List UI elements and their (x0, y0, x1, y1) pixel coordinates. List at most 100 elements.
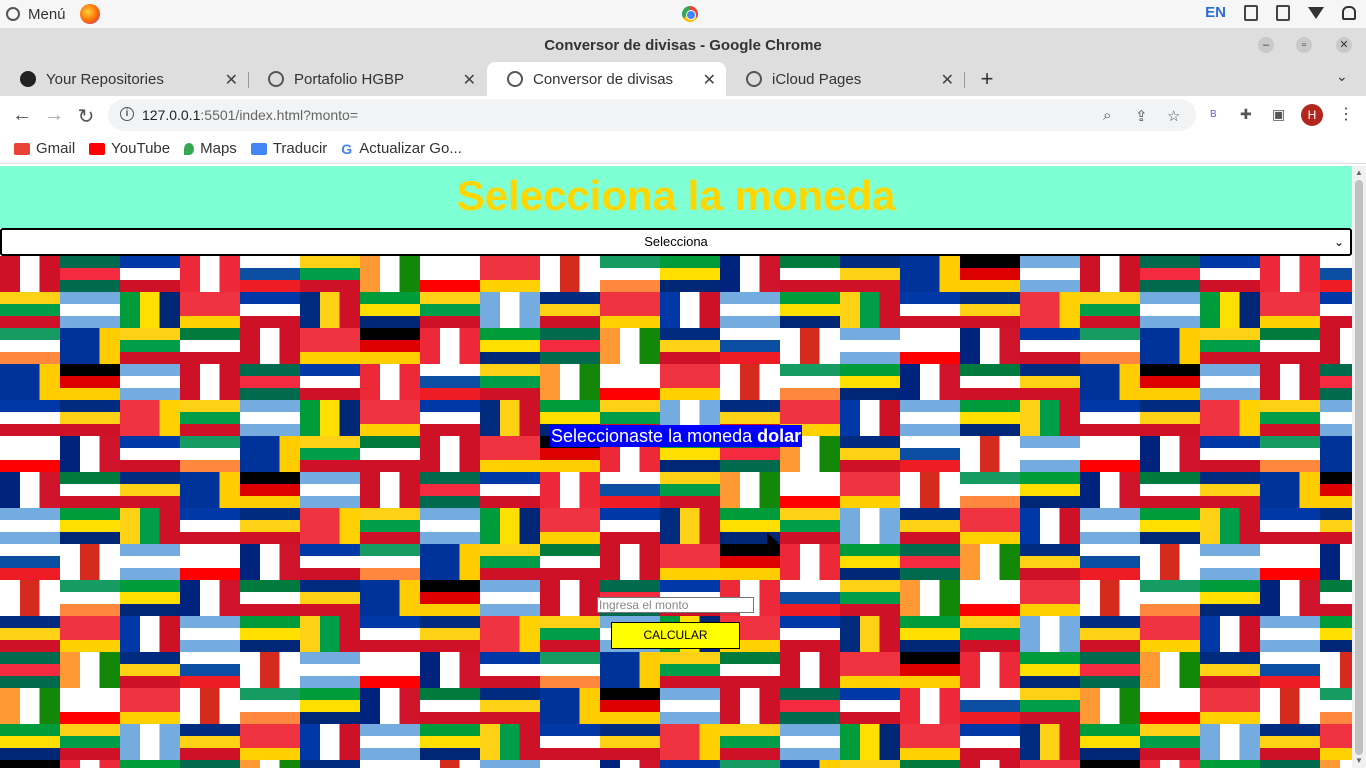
language-indicator[interactable]: EN (1205, 4, 1226, 21)
flag-tile (0, 508, 60, 544)
close-tab-icon[interactable]: ✕ (941, 70, 954, 90)
flag-tile (960, 688, 1020, 724)
side-panel-icon[interactable]: ▣ (1272, 106, 1285, 123)
bookmark-traducir[interactable]: Traducir (250, 140, 327, 157)
tab-search-icon[interactable]: ⌄ (1336, 68, 1348, 85)
flag-tile (720, 760, 780, 768)
extension-b-icon[interactable]: B (1210, 109, 1217, 120)
currency-select[interactable]: Selecciona ⌄ (0, 228, 1352, 256)
flag-tile (900, 688, 960, 724)
share-icon[interactable]: ⇪ (1135, 107, 1148, 125)
back-icon[interactable]: ← (11, 104, 33, 127)
profile-avatar[interactable]: H (1301, 104, 1323, 126)
flag-tile (300, 580, 360, 616)
flag-tile (960, 652, 1020, 688)
address-bar[interactable]: i 127.0.0.1:5501/index.html?monto= ⌕ ⇪ ☆ (108, 99, 1196, 131)
tab-your-repositories[interactable]: Your Repositories ✕ (0, 62, 248, 96)
flag-tile (900, 616, 960, 652)
firefox-icon[interactable] (79, 4, 100, 24)
flag-tile (1320, 328, 1352, 364)
flag-tile (1320, 544, 1352, 580)
bluetooth-icon[interactable] (1276, 4, 1290, 21)
flag-tile (960, 436, 1020, 472)
chrome-icon[interactable] (682, 6, 698, 22)
flag-tile (840, 256, 900, 292)
flag-tile (300, 616, 360, 652)
flag-tile (720, 364, 780, 400)
flag-tile (960, 760, 1020, 768)
scroll-thumb[interactable] (1355, 180, 1363, 755)
flag-tile (1080, 616, 1140, 652)
bookmark-actualizar[interactable]: G Actualizar Go... (341, 140, 462, 157)
flag-tile (780, 544, 840, 580)
flag-tile (0, 544, 60, 580)
amount-input[interactable]: Ingresa el monto (597, 597, 754, 613)
os-menu[interactable]: Menú (0, 4, 100, 24)
bookmark-gmail[interactable]: Gmail (14, 140, 75, 157)
flag-tile (60, 724, 120, 760)
tab-icloud[interactable]: iCloud Pages ✕ (726, 62, 964, 96)
close-tab-icon[interactable]: ✕ (225, 70, 238, 90)
flag-tile (540, 364, 600, 400)
reload-icon[interactable]: ↻ (75, 104, 97, 129)
flag-tile (180, 364, 240, 400)
extensions-icon[interactable]: ✚ (1240, 106, 1252, 123)
flag-tile (0, 328, 60, 364)
notification-icon[interactable] (1342, 5, 1356, 20)
flag-tile (300, 724, 360, 760)
url-text[interactable]: 127.0.0.1:5501/index.html?monto= (142, 107, 358, 123)
flag-tile (240, 616, 300, 652)
forward-icon[interactable]: → (43, 104, 65, 127)
flag-tile (720, 256, 780, 292)
battery-icon[interactable] (1244, 4, 1258, 21)
flag-tile (1200, 580, 1260, 616)
close-tab-icon[interactable]: ✕ (463, 70, 476, 90)
scroll-down-icon[interactable]: ▼ (1355, 756, 1363, 765)
flags-background (0, 256, 1352, 768)
flag-tile (300, 436, 360, 472)
flag-tile (180, 256, 240, 292)
flag-tile (420, 364, 480, 400)
youtube-icon (89, 142, 106, 155)
flag-tile (60, 508, 120, 544)
flag-tile (420, 292, 480, 328)
flag-tile (120, 580, 180, 616)
flag-tile (660, 508, 720, 544)
close-tab-icon[interactable]: ✕ (703, 70, 716, 90)
calculate-button[interactable]: CALCULAR (611, 622, 740, 649)
flag-tile (960, 400, 1020, 436)
scroll-up-icon[interactable]: ▲ (1355, 168, 1363, 177)
tab-conversor[interactable]: Conversor de divisas ✕ (487, 62, 726, 96)
flag-tile (1200, 364, 1260, 400)
os-top-bar: Menú EN (0, 0, 1366, 28)
flag-tile (780, 724, 840, 760)
flag-tile (60, 472, 120, 508)
site-info-icon[interactable]: i (120, 107, 134, 121)
flag-tile (360, 616, 420, 652)
flag-tile (720, 328, 780, 364)
maximize-icon[interactable]: ▫ (1296, 37, 1312, 53)
flag-tile (840, 652, 900, 688)
wifi-icon[interactable] (1308, 6, 1324, 19)
flag-tile (1200, 400, 1260, 436)
flag-tile (0, 580, 60, 616)
bookmark-star-icon[interactable]: ☆ (1167, 107, 1180, 125)
bookmark-maps[interactable]: Maps (184, 140, 237, 157)
flag-tile (480, 760, 540, 768)
flag-tile (180, 580, 240, 616)
minimize-icon[interactable]: – (1258, 37, 1274, 53)
flag-tile (300, 292, 360, 328)
flag-tile (300, 544, 360, 580)
flag-tile (360, 544, 420, 580)
new-tab-icon[interactable]: + (976, 66, 998, 92)
tab-portafolio[interactable]: Portafolio HGBP ✕ (248, 62, 486, 96)
browser-menu-icon[interactable]: ⋮ (1338, 104, 1354, 124)
flag-tile (840, 544, 900, 580)
close-window-icon[interactable]: ✕ (1336, 37, 1352, 53)
bookmark-youtube[interactable]: YouTube (89, 140, 170, 157)
bookmark-label: YouTube (111, 140, 171, 157)
flag-tile (900, 436, 960, 472)
flag-tile (1140, 256, 1200, 292)
page-scrollbar[interactable]: ▲ ▼ (1352, 166, 1366, 768)
zoom-icon[interactable]: ⌕ (1103, 107, 1111, 124)
